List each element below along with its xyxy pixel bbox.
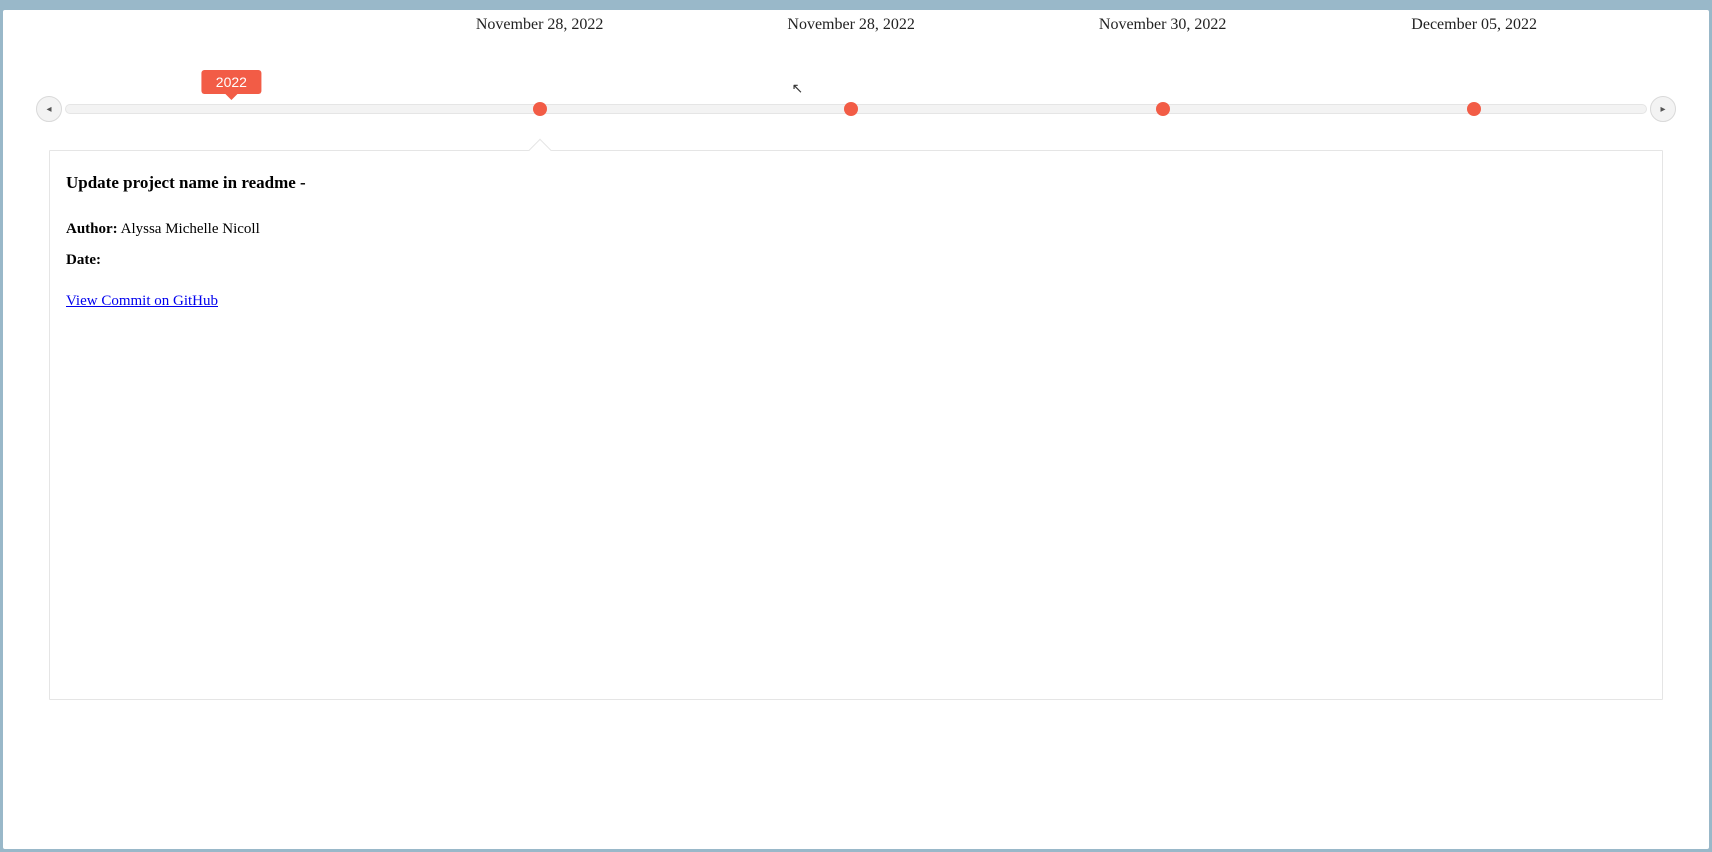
detail-card: Update project name in readme - Author: … xyxy=(49,150,1663,700)
date-label: Date: xyxy=(66,252,101,268)
timeline-event-dot[interactable] xyxy=(844,102,858,116)
timeline-event-dot[interactable] xyxy=(1156,102,1170,116)
timeline-prev-button[interactable]: ◂ xyxy=(36,96,62,122)
author-label: Author: xyxy=(66,221,118,237)
view-commit-link[interactable]: View Commit on GitHub xyxy=(66,293,218,310)
chevron-right-icon: ▸ xyxy=(1660,104,1665,115)
timeline-event-label: December 05, 2022 xyxy=(1411,16,1537,34)
timeline-event-dot[interactable] xyxy=(1467,102,1481,116)
detail-card-wrap: Update project name in readme - Author: … xyxy=(49,150,1663,700)
pointer-cursor-icon: ↖ xyxy=(791,80,803,97)
timeline-year-flag: 2022 xyxy=(202,70,261,94)
commit-date-line: Date: xyxy=(66,252,1646,269)
timeline-event-label: November 28, 2022 xyxy=(787,16,915,34)
timeline-event-label: November 30, 2022 xyxy=(1099,16,1227,34)
timeline-event-dot[interactable] xyxy=(533,102,547,116)
timeline-next-button[interactable]: ▸ xyxy=(1650,96,1676,122)
commit-title: Update project name in readme - xyxy=(66,173,1646,193)
app-frame: ◂ ▸ 2022 November 28, 2022 November 28, 2… xyxy=(3,10,1709,849)
commit-author-line: Author: Alyssa Michelle Nicoll xyxy=(66,221,1646,238)
chevron-left-icon: ◂ xyxy=(46,104,51,115)
timeline: ◂ ▸ 2022 November 28, 2022November 28, 2… xyxy=(49,60,1663,130)
year-flag-label: 2022 xyxy=(216,74,247,90)
timeline-event-label: November 28, 2022 xyxy=(476,16,604,34)
author-name: Alyssa Michelle Nicoll xyxy=(121,221,260,237)
